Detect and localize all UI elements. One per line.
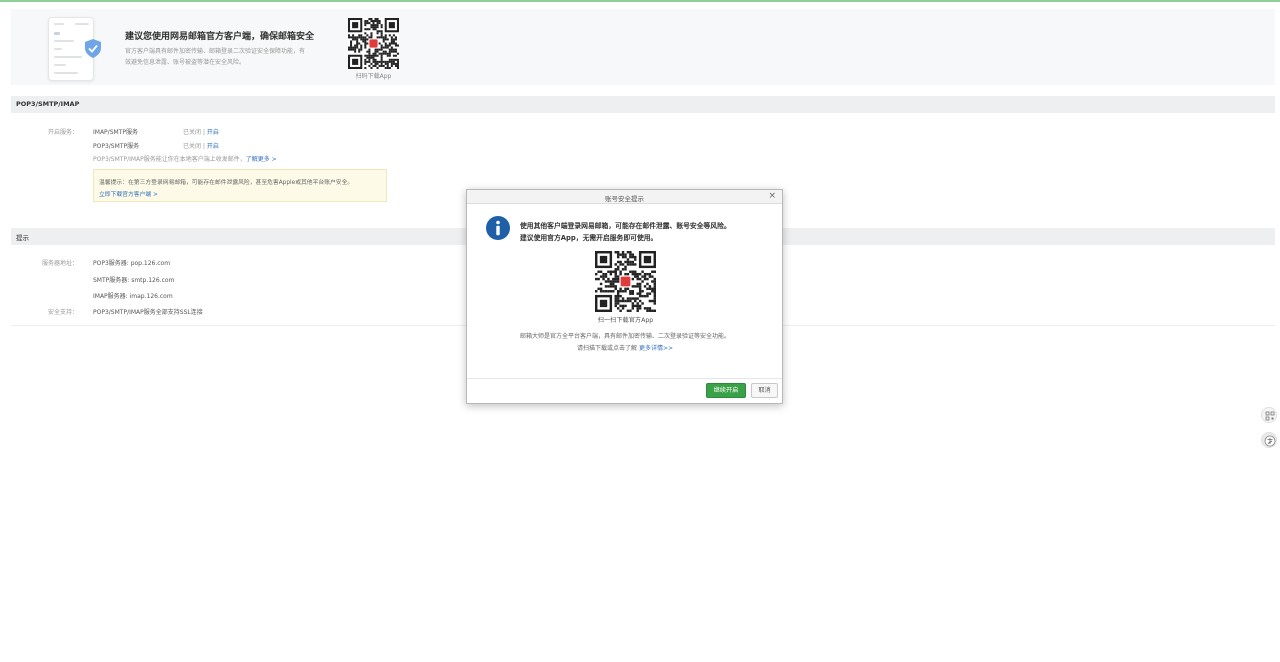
section-title: 提示 (16, 234, 29, 242)
imap-service-status: 已关闭 (183, 129, 202, 136)
phone-illustration (48, 17, 101, 82)
imap-service-name: IMAP/SMTP服务 (93, 129, 138, 136)
warning-tip-box: 温馨提示：在第三方登录网易邮箱，可能存在邮件泄露风险，甚至危害Apple或其他平… (93, 169, 387, 202)
download-client-link[interactable]: 立即下载官方客户端 > (99, 189, 158, 198)
dialog-description-text: 邮箱大师是官方全平台客户端，具有邮件加密传输、二次登录验证等安全功能。请扫描下载… (519, 333, 730, 352)
imap-service-status-row: 已关闭 | 开启 (183, 127, 219, 136)
dialog-message-line1: 使用其他客户端登录网易邮箱，可能存在邮件泄露、账号安全等风险。 (520, 222, 731, 230)
security-support-label: 安全支持： (47, 309, 78, 316)
imap-enable-link[interactable]: 开启 (207, 129, 219, 136)
pop3-service-status: 已关闭 (183, 143, 202, 150)
qr-code (595, 251, 656, 312)
pop3-service-status-row: 已关闭 | 开启 (183, 141, 219, 150)
separator: | (202, 129, 205, 136)
enable-service-label: 开启服务： (47, 129, 78, 136)
close-icon[interactable]: × (768, 191, 776, 201)
qr-code (348, 18, 399, 69)
dialog-footer-divider (467, 378, 782, 379)
pop3-enable-link[interactable]: 开启 (207, 143, 219, 150)
pop-section-header: POP3/SMTP/IMAP (11, 96, 1275, 113)
translate-icon[interactable] (1261, 432, 1277, 448)
tip-text: 温馨提示：在第三方登录网易邮箱，可能存在邮件泄露风险，甚至危害Apple或其他平… (99, 180, 354, 186)
app-promo-panel: 建议您使用网易邮箱官方客户端，确保邮箱安全 官方客户端具有邮件加密传输、邮箱登录… (11, 9, 1275, 85)
service-note-text: POP3/SMTP/IMAP服务能让你在本地客户端上收发邮件， (93, 156, 246, 163)
dialog-header: 账号安全提示 × (467, 190, 782, 204)
account-security-dialog: 账号安全提示 × 使用其他客户端登录网易邮箱，可能存在邮件泄露、账号安全等风险。… (466, 189, 783, 404)
cancel-button[interactable]: 取消 (751, 383, 778, 398)
promo-description: 官方客户端具有邮件加密传输、邮箱登录二次验证安全保障功能，有效避免信息泄露、账号… (125, 48, 306, 66)
learn-more-link[interactable]: 了解更多 > (246, 156, 277, 163)
info-icon (486, 216, 510, 240)
promo-qr-label: 扫码下载App (355, 73, 392, 80)
dialog-message-line2: 建议使用官方App，无需开启服务即可使用。 (520, 234, 658, 242)
security-support-text: POP3/SMTP/IMAP服务全部支持SSL连接 (93, 309, 203, 316)
separator: | (202, 143, 205, 150)
more-details-link[interactable]: 更多详情>> (639, 345, 673, 352)
dialog-message: 使用其他客户端登录网易邮箱，可能存在邮件泄露、账号安全等风险。 建议使用官方Ap… (520, 220, 770, 244)
app-logo-icon (369, 39, 378, 48)
app-logo-icon (620, 276, 631, 287)
smtp-server: SMTP服务器: smtp.126.com (93, 277, 175, 284)
dialog-title: 账号安全提示 (605, 195, 644, 203)
dialog-qr-label: 扫一扫下载官方App (597, 317, 654, 324)
top-accent-line (0, 0, 1280, 2)
continue-enable-button[interactable]: 继续开启 (706, 383, 746, 398)
service-note: POP3/SMTP/IMAP服务能让你在本地客户端上收发邮件，了解更多 > (93, 154, 277, 163)
pop3-server: POP3服务器: pop.126.com (93, 260, 171, 267)
shield-icon (85, 39, 101, 58)
section-title: POP3/SMTP/IMAP (16, 100, 80, 108)
imap-server: IMAP服务器: imap.126.com (93, 293, 173, 300)
dialog-description: 邮箱大师是官方全平台客户端，具有邮件加密传输、二次登录验证等安全功能。请扫描下载… (519, 331, 731, 355)
pop3-service-name: POP3/SMTP服务 (93, 143, 140, 150)
scan-icon[interactable] (1261, 407, 1277, 423)
server-address-label: 服务器地址： (41, 260, 78, 267)
promo-title: 建议您使用网易邮箱官方客户端，确保邮箱安全 (125, 32, 315, 42)
